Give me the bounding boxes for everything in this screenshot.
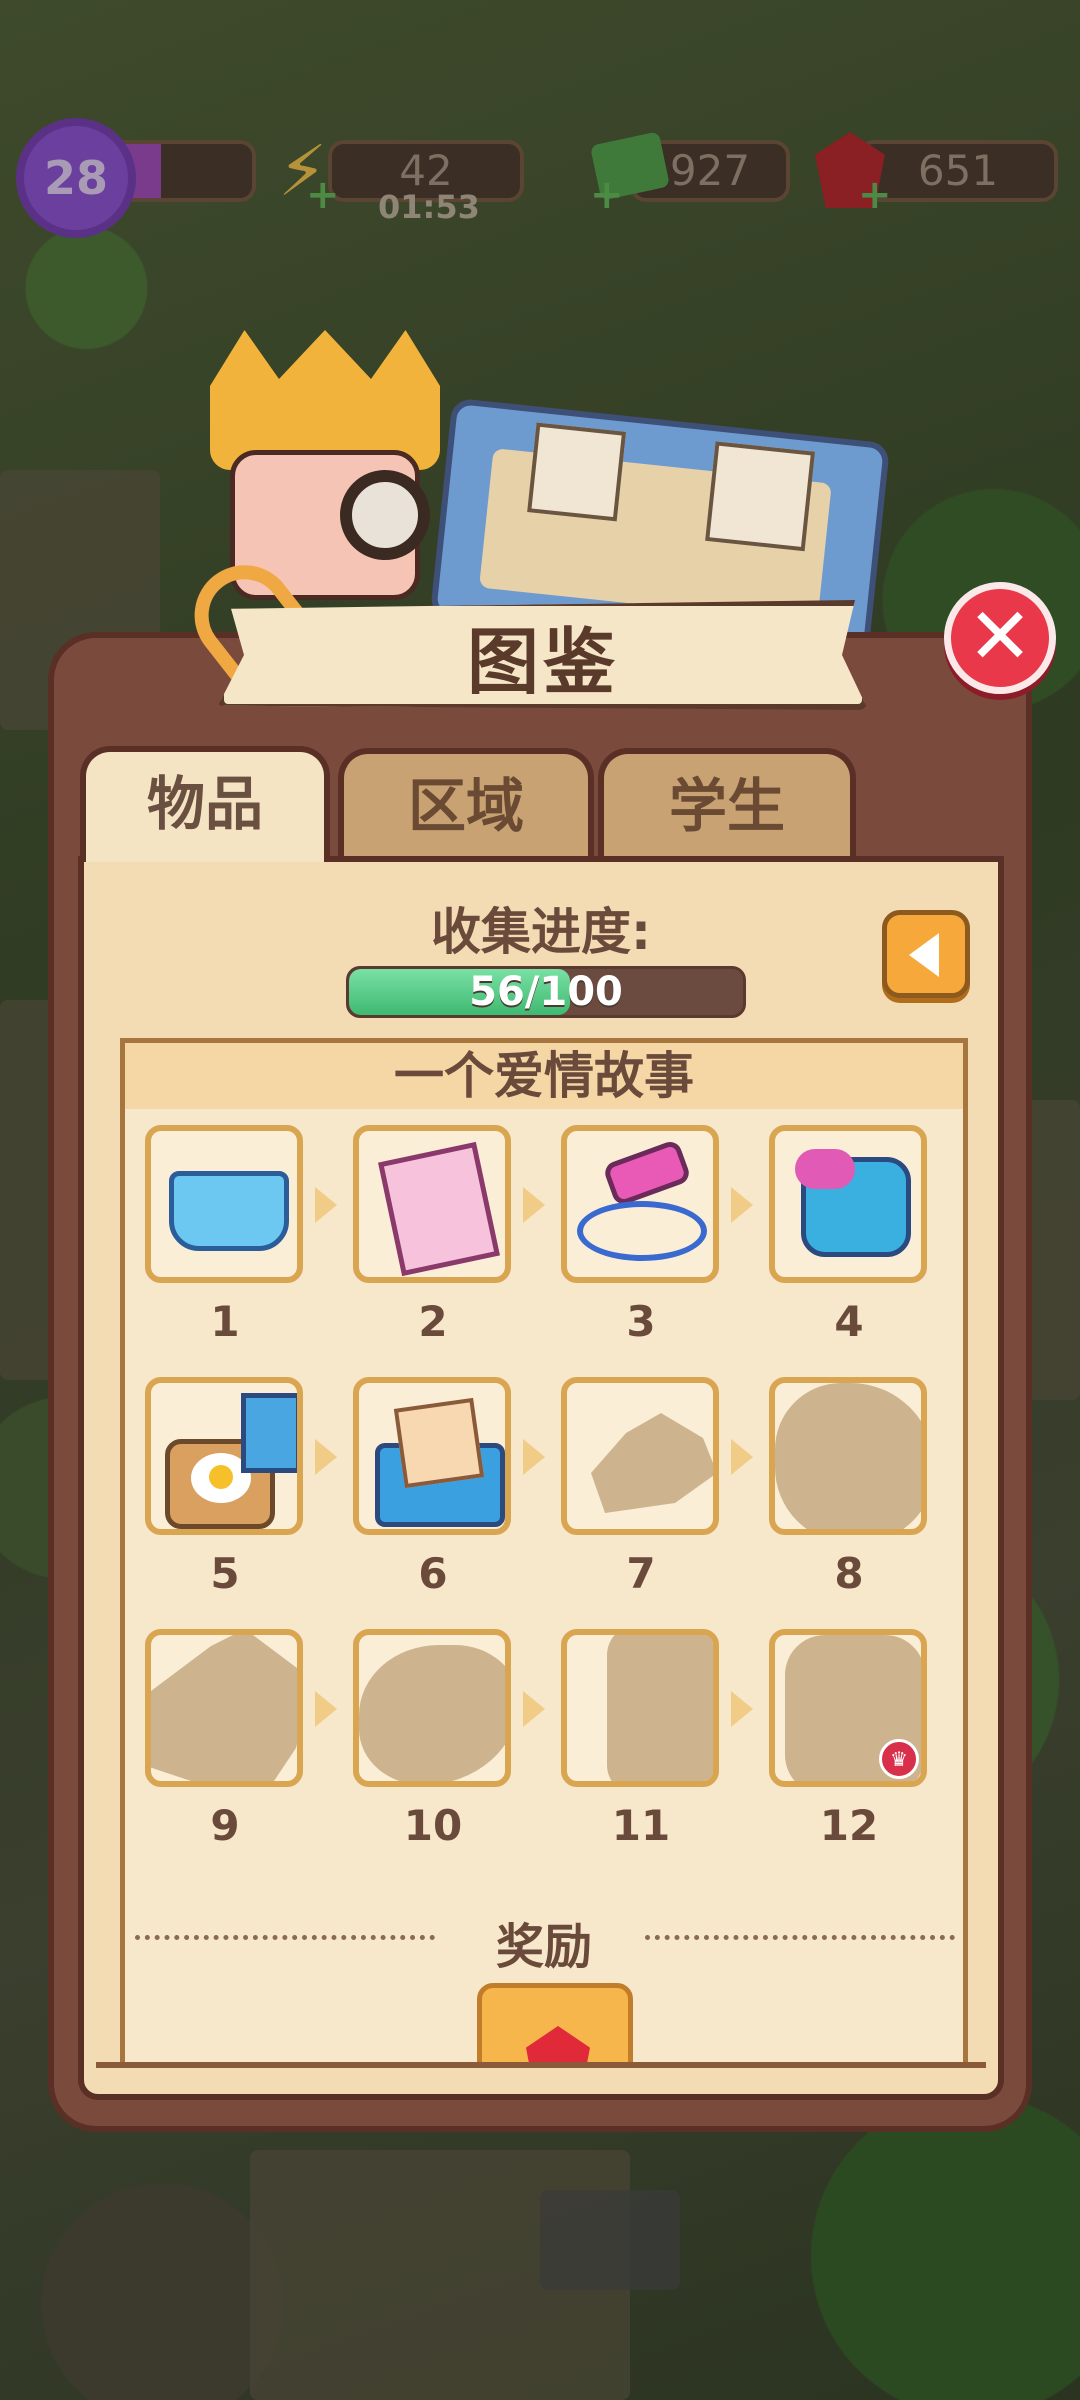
- tab-students[interactable]: 学生: [598, 748, 856, 858]
- gem-value: 651: [917, 146, 999, 195]
- unknown-item-icon: [769, 1377, 927, 1535]
- item-number: 3: [626, 1297, 656, 1346]
- item-number: 12: [819, 1801, 879, 1850]
- crown-hat-icon: [210, 330, 440, 470]
- collection-item-11[interactable]: 11: [561, 1629, 721, 1850]
- tab-items[interactable]: 物品: [80, 746, 330, 862]
- collection-progress-bar: 56/100: [346, 966, 746, 1018]
- reward-label: 奖励: [495, 1919, 592, 1975]
- collection-content: 收集进度: 56/100 一个爱情故事 1 2 3 4 5 6 7 8 9 10 11 ♛ 12 奖励 …: [78, 856, 1004, 2100]
- item-set-card: 一个爱情故事 1234567891011♛12 奖励 8: [120, 1038, 968, 2068]
- plant-photo-icon: [527, 422, 627, 522]
- collection-item-7[interactable]: 7: [561, 1377, 721, 1598]
- chevron-right-icon: [523, 1439, 545, 1475]
- chevron-right-icon: [731, 1691, 753, 1727]
- item-number: 10: [403, 1801, 463, 1850]
- love-letter-icon: [353, 1377, 511, 1535]
- dialog-title: 图鉴: [466, 619, 619, 704]
- unknown-item-icon: [561, 1629, 719, 1787]
- chevron-right-icon: [315, 1187, 337, 1223]
- item-number: 11: [611, 1801, 671, 1850]
- collection-item-8[interactable]: 8: [769, 1377, 929, 1598]
- top-hud: 28 42 ⚡ + 01:53 927 + 651 +: [0, 122, 1080, 230]
- reward-item[interactable]: 8: [477, 1983, 633, 2063]
- scissors-photo-icon: [705, 441, 816, 552]
- chevron-right-icon: [523, 1691, 545, 1727]
- collection-item-5[interactable]: 5: [145, 1377, 305, 1598]
- collection-progress-label: 收集进度:: [431, 903, 651, 961]
- item-number: 9: [210, 1801, 240, 1850]
- collection-item-4[interactable]: 4: [769, 1125, 929, 1346]
- chevron-right-icon: [523, 1187, 545, 1223]
- collection-item-6[interactable]: 6: [353, 1377, 513, 1598]
- unknown-item-icon: [353, 1629, 511, 1787]
- collection-item-3[interactable]: 3: [561, 1125, 721, 1346]
- cash-value: 927: [669, 146, 751, 195]
- chevron-right-icon: [731, 1187, 753, 1223]
- chevron-right-icon: [315, 1691, 337, 1727]
- magnifying-glass-icon: [340, 470, 430, 560]
- item-number: 8: [834, 1549, 864, 1598]
- unknown-item-icon: [145, 1629, 303, 1787]
- progress-text: 56/100: [469, 969, 623, 1015]
- energy-timer: 01:53: [378, 188, 480, 226]
- music-player-icon: [561, 1125, 719, 1283]
- crown-badge-icon: ♛: [879, 1739, 919, 1779]
- level-badge[interactable]: 28: [24, 126, 128, 230]
- previous-set-button[interactable]: [882, 910, 970, 998]
- graded-papers-icon: [353, 1125, 511, 1283]
- item-number: 5: [210, 1549, 240, 1598]
- chevron-right-icon: [731, 1439, 753, 1475]
- chevron-left-icon: [909, 933, 939, 977]
- collection-item-2[interactable]: 2: [353, 1125, 513, 1346]
- item-number: 2: [418, 1297, 448, 1346]
- scroll-bottom-edge: [96, 2062, 986, 2068]
- item-number: 6: [418, 1549, 448, 1598]
- dialog-title-banner: 图鉴: [218, 600, 868, 710]
- open-book-icon: [145, 1125, 303, 1283]
- unknown-item-icon: [561, 1377, 719, 1535]
- set-title: 一个爱情故事: [125, 1043, 963, 1109]
- collection-item-9[interactable]: 9: [145, 1629, 305, 1850]
- close-button[interactable]: ✕: [944, 582, 1056, 694]
- item-number: 1: [210, 1297, 240, 1346]
- collection-item-1[interactable]: 1: [145, 1125, 305, 1346]
- breakfast-icon: [145, 1377, 303, 1535]
- unknown-item-icon: ♛: [769, 1629, 927, 1787]
- item-number: 4: [834, 1297, 864, 1346]
- backpack-icon: [769, 1125, 927, 1283]
- add-gems-icon[interactable]: +: [858, 172, 892, 218]
- item-number: 7: [626, 1549, 656, 1598]
- add-energy-icon[interactable]: +: [306, 172, 340, 218]
- reward-divider: 奖励: [125, 1907, 963, 1975]
- chevron-right-icon: [315, 1439, 337, 1475]
- collection-item-12[interactable]: ♛ 12: [769, 1629, 929, 1850]
- tab-areas[interactable]: 区域: [338, 748, 594, 858]
- collection-item-10[interactable]: 10: [353, 1629, 513, 1850]
- add-cash-icon[interactable]: +: [590, 172, 624, 218]
